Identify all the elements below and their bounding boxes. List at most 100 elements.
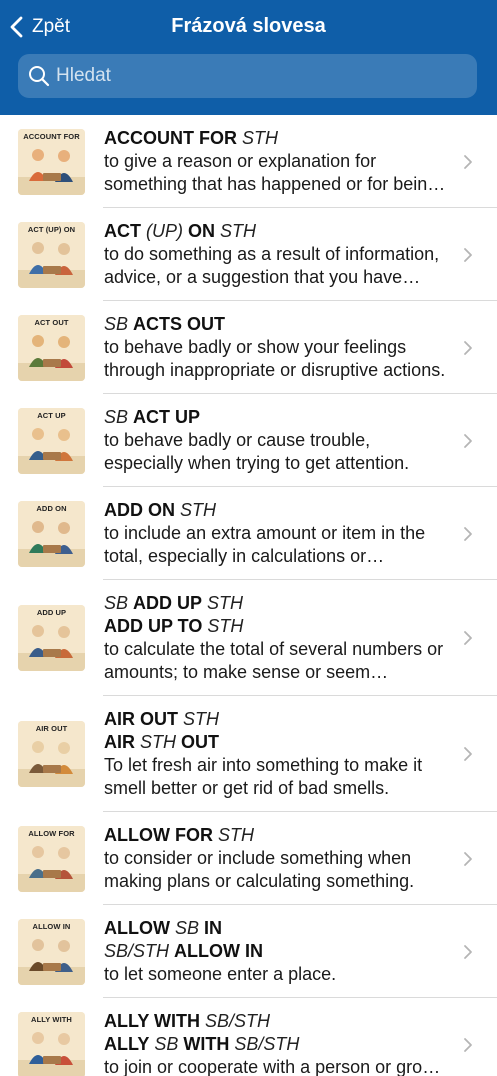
list-item-text: SB ADD UP STH ADD UP TO STH to calculate t… (104, 592, 449, 684)
definition-text: to include an extra amount or item in th… (104, 523, 426, 566)
list-item[interactable]: ACT OUT SB ACTS OUT to behave badly or sho… (0, 301, 497, 394)
phrasal-verb-heading: ALLOW FOR STH (104, 824, 449, 847)
definition-text: to join or cooperate with a person or gr… (104, 1057, 443, 1076)
navigation-header: Zpět Frázová slovesa (0, 0, 497, 115)
definition-text: to give a reason or explanation for some… (104, 151, 438, 194)
verb-object-placeholder: SB/STH (229, 1034, 300, 1054)
child-causing-trouble-illustration: ACT UP (18, 408, 85, 474)
verb-keyword: ADD UP (133, 593, 203, 613)
verb-keyword: ACTS OUT (133, 314, 226, 334)
list-item-text: ALLOW FOR STH to consider or include some… (104, 824, 449, 893)
list-item[interactable]: ACT UP SB ACT UP to behave badly or cause … (0, 394, 497, 487)
definition-text: to consider or include something when ma… (104, 848, 415, 891)
thumbnail-label: ACCOUNT FOR (23, 132, 80, 141)
two-people-explaining-illustration: ACCOUNT FOR (18, 129, 85, 195)
phrasal-verb-heading: SB ADD UP STH (104, 592, 449, 615)
definition-text: To let fresh air into something to make … (104, 755, 423, 798)
definition-text: to calculate the total of several number… (104, 639, 444, 682)
thumbnail-label: ALLOW FOR (28, 829, 75, 838)
chevron-right-icon (464, 945, 472, 959)
verb-object-placeholder: SB (104, 314, 134, 334)
list-item[interactable]: ALLOW FOR ALLOW FOR STH to consider or inc… (0, 812, 497, 905)
phrasal-verb-heading: AIR OUT STH (104, 708, 449, 731)
phrasal-verb-heading: ALLY WITH SB/STH (104, 1010, 449, 1033)
verb-object-placeholder: STH (175, 500, 217, 520)
verb-object-placeholder: SB (104, 407, 134, 427)
phrasal-verb-heading: ADD ON STH (104, 499, 449, 522)
chevron-right-icon (464, 1038, 472, 1052)
verb-keyword: ALLOW IN (174, 941, 263, 961)
list-item[interactable]: ADD ON ADD ON STH to include an extra amou… (0, 487, 497, 580)
thumbnail-label: ADD UP (36, 608, 67, 617)
phrasal-verb-heading: SB/STH ALLOW IN (104, 940, 449, 963)
list-item-text: ADD ON STH to include an extra amount or … (104, 499, 449, 568)
verb-keyword: ADD ON (104, 500, 175, 520)
list-item[interactable]: ACT (UP) ON ACT (UP) ON STH to do somethin… (0, 208, 497, 301)
verb-object-placeholder: SB (104, 593, 134, 613)
verb-keyword: AIR (104, 732, 135, 752)
verb-object-placeholder: SB (169, 918, 204, 938)
verb-object-placeholder: STH (202, 593, 244, 613)
verb-keyword: ACT UP (133, 407, 201, 427)
opening-window-room-illustration: AIR OUT (18, 721, 85, 787)
verb-object-placeholder: STH (135, 732, 182, 752)
list-item-text: ACCOUNT FOR STH to give a reason or expla… (104, 127, 449, 196)
verb-keyword: ALLOW (104, 918, 170, 938)
verb-object-placeholder: (UP) (141, 221, 188, 241)
thumbnail-label: ACT (UP) ON (27, 225, 76, 234)
verb-object-placeholder: SB (149, 1034, 184, 1054)
search-bar[interactable] (18, 54, 477, 98)
verb-object-placeholder: STH (202, 616, 244, 636)
verb-keyword: AIR OUT (104, 709, 178, 729)
phrasal-verb-heading: ALLY SB WITH SB/STH (104, 1033, 449, 1056)
list-item[interactable]: ALLOW IN ALLOW SB IN SB/STH ALLOW IN to let… (0, 905, 497, 998)
chevron-right-icon (464, 631, 472, 645)
list-item-text: ALLY WITH SB/STH ALLY SB WITH SB/STH to jo… (104, 1010, 449, 1076)
thumbnail-label: ACT UP (37, 411, 66, 420)
chevron-right-icon (464, 747, 472, 761)
phrasal-verb-heading: ALLOW SB IN (104, 917, 449, 940)
chevron-right-icon (464, 527, 472, 541)
phrasal-verb-heading: SB ACTS OUT (104, 313, 449, 336)
search-icon (29, 66, 50, 87)
verb-keyword: ACT (104, 221, 141, 241)
verb-keyword: ALLOW FOR (104, 825, 213, 845)
search-input[interactable] (56, 65, 456, 87)
phrasal-verb-heading: AIR STH OUT (104, 731, 449, 754)
list-item[interactable]: ADD UP SB ADD UP STH ADD UP TO STH to calcu… (0, 580, 497, 696)
list-item-text: SB ACTS OUT to behave badly or show your … (104, 313, 449, 382)
list-item-text: AIR OUT STH AIR STH OUT To let fresh air i… (104, 708, 449, 800)
list-item[interactable]: ALLY WITH ALLY WITH SB/STH ALLY SB WITH SB… (0, 998, 497, 1076)
verb-keyword: ALLY (104, 1034, 150, 1054)
two-people-shaking-hands-illustration: ALLY WITH (18, 1012, 85, 1076)
definition-text: to behave badly or show your feelings th… (104, 337, 446, 380)
verb-object-placeholder: SB/STH (200, 1011, 271, 1031)
list-item[interactable]: AIR OUT AIR OUT STH AIR STH OUT To let fres… (0, 696, 497, 812)
verb-keyword: ON (188, 221, 215, 241)
verb-object-placeholder: STH (237, 128, 279, 148)
page-title: Frázová slovesa (171, 15, 326, 37)
phrasal-verb-heading: ACT (UP) ON STH (104, 220, 449, 243)
people-reading-information-illustration: ACT (UP) ON (18, 222, 85, 288)
definition-text: to let someone enter a place. (104, 964, 337, 984)
definition-text: to behave badly or cause trouble, especi… (104, 430, 410, 473)
list-item-text: ALLOW SB IN SB/STH ALLOW IN to let someone… (104, 917, 449, 986)
thumbnail-label: ALLOW IN (32, 922, 71, 931)
list-item-text: SB ACT UP to behave badly or cause troubl… (104, 406, 449, 475)
verb-keyword: WITH (183, 1034, 230, 1054)
verb-keyword: ACCOUNT FOR (104, 128, 237, 148)
list-item[interactable]: ACCOUNT FOR ACCOUNT FOR STH to give a reas… (0, 115, 497, 208)
children-misbehaving-classroom-illustration: ACT OUT (18, 315, 85, 381)
verb-keyword: ALLY WITH (104, 1011, 201, 1031)
thumbnail-label: ACT OUT (34, 318, 69, 327)
person-calculating-total-illustration: ADD ON (18, 501, 85, 567)
person-letting-guest-in-door-illustration: ALLOW IN (18, 919, 85, 985)
verb-keyword: IN (204, 918, 222, 938)
verb-object-placeholder: SB/STH (104, 941, 175, 961)
addition-numbers-illustration: ADD UP (18, 605, 85, 671)
verb-keyword: ADD UP TO (104, 616, 203, 636)
chevron-right-icon (464, 248, 472, 262)
people-planning-at-table-illustration: ALLOW FOR (18, 826, 85, 892)
verb-object-placeholder: STH (215, 221, 257, 241)
list-item-text: ACT (UP) ON STH to do something as a resu… (104, 220, 449, 289)
